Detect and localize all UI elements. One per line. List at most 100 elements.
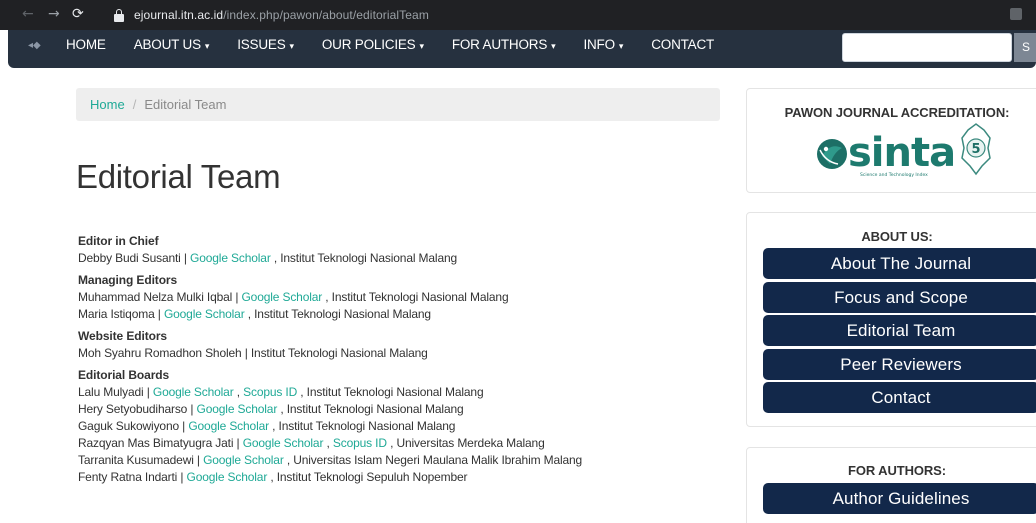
member-text: , Institut Teknologi Sepuluh Nopember	[267, 470, 468, 484]
member-text: Debby Budi Susanti |	[78, 251, 191, 265]
nav-item-label: ISSUES	[237, 36, 286, 52]
member-text: , Institut Teknologi Nasional Malang	[268, 419, 456, 433]
forward-arrow-icon[interactable]: →	[48, 6, 60, 22]
breadcrumb-home-link[interactable]: Home	[90, 97, 125, 112]
google-scholar-link[interactable]: Google Scholar	[243, 436, 324, 450]
scopus-id-link[interactable]: Scopus ID	[333, 436, 387, 450]
member-line: Tarranita Kusumadewi | Google Scholar , …	[78, 452, 718, 469]
member-line: Muhammad Nelza Mulki Iqbal | Google Scho…	[78, 289, 718, 306]
member-line: Debby Budi Susanti | Google Scholar , In…	[78, 250, 718, 267]
section-heading: Managing Editors	[78, 273, 178, 287]
member-text: Muhammad Nelza Mulki Iqbal |	[78, 290, 242, 304]
breadcrumb-current: Editorial Team	[144, 97, 227, 112]
section-heading: Editor in Chief	[78, 234, 159, 248]
google-scholar-link[interactable]: Google Scholar	[187, 470, 268, 484]
nav-item-contact[interactable]: CONTACT	[651, 37, 714, 52]
member-text: Maria Istiqoma |	[78, 307, 164, 321]
search-input[interactable]	[842, 33, 1012, 62]
brand-icon[interactable]: ◂◆	[28, 40, 41, 51]
chevron-down-icon: ▾	[618, 40, 624, 51]
member-line: Lalu Mulyadi | Google Scholar , Scopus I…	[78, 384, 718, 401]
member-line: Razqyan Mas Bimatyugra Jati | Google Sch…	[78, 435, 718, 452]
accreditation-title: PAWON JOURNAL ACCREDITATION:	[784, 105, 1010, 120]
member-text: , Universitas Merdeka Malang	[386, 436, 545, 450]
nav-item-label: HOME	[66, 36, 106, 52]
member-text: ,	[233, 385, 244, 399]
address-bar[interactable]: ejournal.itn.ac.id/index.php/pawon/about…	[96, 4, 1036, 26]
sidebar-button-editorial-team[interactable]: Editorial Team	[763, 315, 1036, 346]
chevron-down-icon: ▾	[551, 40, 556, 51]
member-line: Gaguk Sukowiyono | Google Scholar , Inst…	[78, 418, 718, 435]
url-domain: ejournal.itn.ac.id	[134, 8, 224, 22]
section-heading: Website Editors	[78, 329, 167, 343]
chevron-down-icon: ▾	[204, 40, 210, 51]
sidebar-button-contact[interactable]: Contact	[763, 382, 1036, 413]
member-text: Razqyan Mas Bimatyugra Jati |	[78, 436, 243, 450]
nav-item-info[interactable]: INFO ▾	[583, 37, 623, 52]
member-text: , Institut Teknologi Nasional Malang	[277, 402, 464, 416]
breadcrumb: Home / Editorial Team	[76, 88, 720, 121]
google-scholar-link[interactable]: Google Scholar	[197, 402, 278, 416]
sidebar-button-author-guidelines[interactable]: Author Guidelines	[763, 483, 1036, 514]
google-scholar-link[interactable]: Google Scholar	[153, 385, 234, 399]
editorial-section: Website Editors Moh Syahru Romadhon Shole…	[78, 328, 718, 362]
member-text: , Institut Teknologi Nasional Malang	[322, 290, 509, 304]
reload-icon[interactable]: ⟳	[72, 6, 84, 22]
back-arrow-icon[interactable]: ←	[22, 6, 34, 22]
nav-item-home[interactable]: HOME	[66, 37, 106, 52]
url-path: /index.php/pawon/about/editorialTeam	[223, 8, 429, 22]
search-button[interactable]: S	[1014, 33, 1036, 62]
page-title: Editorial Team	[76, 158, 281, 195]
url-text: ejournal.itn.ac.id/index.php/pawon/about…	[134, 8, 429, 22]
lock-icon	[114, 8, 124, 22]
nav-item-label: CONTACT	[651, 36, 715, 52]
nav-item-our-policies[interactable]: OUR POLICIES ▾	[322, 37, 424, 52]
sidebar-button-focus-and-scope[interactable]: Focus and Scope	[763, 281, 1036, 313]
member-text: Gaguk Sukowiyono |	[78, 419, 189, 433]
about-us-title: ABOUT US:	[861, 229, 933, 244]
sinta-wordmark: sinta	[848, 130, 955, 176]
nav-item-for-authors[interactable]: FOR AUTHORS ▾	[452, 37, 556, 52]
extension-icon[interactable]	[1010, 8, 1022, 20]
member-text: Lalu Mulyadi |	[78, 385, 153, 399]
member-text: , Institut Teknologi Nasional Malang	[244, 307, 431, 321]
chevron-down-icon: ▾	[289, 40, 295, 51]
for-authors-title: FOR AUTHORS:	[848, 463, 946, 478]
sidebar-button-peer-reviewers[interactable]: Peer Reviewers	[763, 348, 1036, 380]
member-text: ,	[323, 436, 333, 450]
google-scholar-link[interactable]: Google Scholar	[203, 453, 284, 467]
site-navbar: ◂◆ HOME ABOUT US ▾ ISSUES ▾ OUR POLICIES ▾ FOR …	[8, 30, 1036, 68]
accreditation-block: PAWON JOURNAL ACCREDITATION: sinta 5 Sci…	[746, 88, 1036, 193]
member-line: Maria Istiqoma | Google Scholar , Instit…	[78, 306, 718, 323]
nav-item-label: INFO	[583, 36, 615, 52]
editorial-team-list: Editor in Chief Debby Budi Susanti | Goog…	[78, 233, 718, 491]
editorial-section: Managing Editors Muhammad Nelza Mulki Iqb…	[78, 272, 718, 323]
member-text: Moh Syahru Romadhon Sholeh | Institut Te…	[78, 346, 428, 360]
google-scholar-link[interactable]: Google Scholar	[190, 251, 271, 265]
sinta-tagline: Science and Technology Index	[860, 172, 928, 178]
google-scholar-link[interactable]: Google Scholar	[188, 419, 269, 433]
nav-item-label: FOR AUTHORS	[451, 36, 548, 52]
main-menu: HOME ABOUT US ▾ ISSUES ▾ OUR POLICIES ▾ FOR AUT…	[66, 30, 742, 58]
member-text: Tarranita Kusumadewi |	[78, 453, 204, 467]
chevron-down-icon: ▾	[419, 40, 424, 51]
sinta-grade-badge: 5	[961, 123, 991, 176]
for-authors-block: FOR AUTHORS: Author Guidelines	[746, 447, 1036, 523]
sinta-logo[interactable]: sinta 5 Science and Technology Index	[812, 122, 1002, 182]
nav-item-about-us[interactable]: ABOUT US ▾	[134, 37, 210, 52]
member-text: , Institut Teknologi Nasional Malang	[297, 385, 484, 399]
member-text: Hery Setyobudiharso |	[78, 402, 197, 416]
section-heading: Editorial Boards	[78, 368, 170, 382]
nav-item-label: ABOUT US	[133, 36, 201, 52]
member-text: , Universitas Islam Negeri Maulana Malik…	[283, 453, 583, 467]
google-scholar-link[interactable]: Google Scholar	[242, 290, 323, 304]
browser-toolbar: ← → ⟳ ejournal.itn.ac.id/index.php/pawon…	[0, 0, 1036, 30]
about-us-block: ABOUT US: About The Journal Focus and Sco…	[746, 212, 1036, 427]
editorial-section: Editorial Boards Lalu Mulyadi | Google Sc…	[78, 367, 718, 486]
scopus-id-link[interactable]: Scopus ID	[243, 385, 297, 399]
google-scholar-link[interactable]: Google Scholar	[164, 307, 245, 321]
editorial-section: Editor in Chief Debby Budi Susanti | Goog…	[78, 233, 718, 267]
nav-item-issues[interactable]: ISSUES ▾	[237, 37, 294, 52]
nav-item-label: OUR POLICIES	[321, 36, 416, 52]
sidebar-button-about-the-journal[interactable]: About The Journal	[763, 248, 1036, 279]
